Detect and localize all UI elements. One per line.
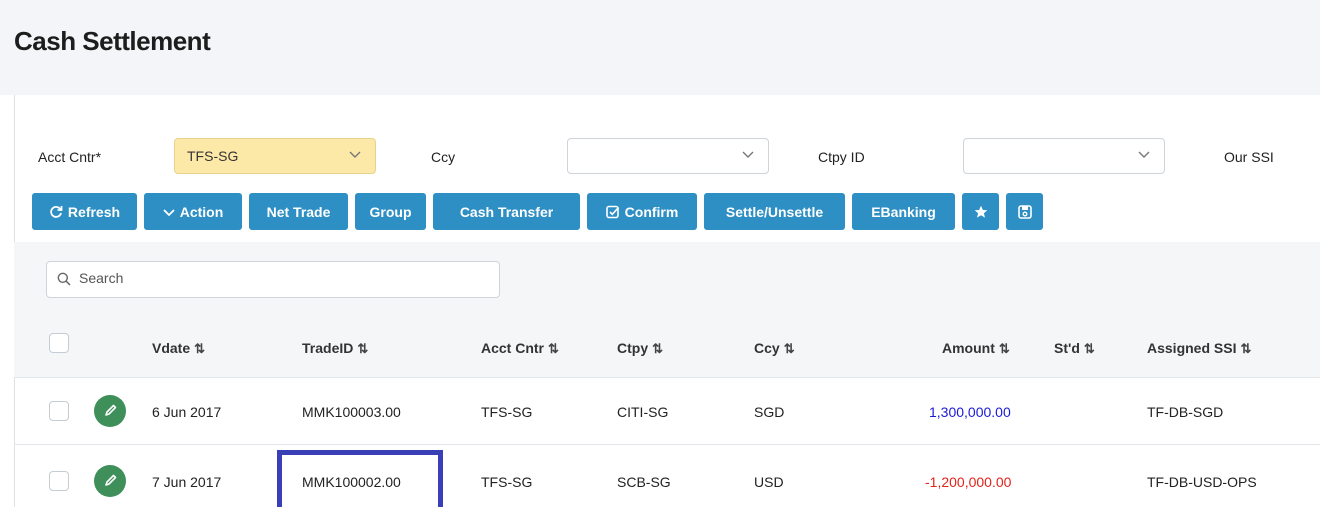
ccy-select[interactable] <box>567 138 769 174</box>
chevron-down-icon <box>1138 151 1150 158</box>
ctpy-header-label: Ctpy <box>617 340 649 356</box>
edit-button[interactable] <box>94 465 126 497</box>
our-ssi-label: Our SSI <box>1224 149 1274 165</box>
search-box[interactable] <box>46 261 500 298</box>
cell-vdate: 7 Jun 2017 <box>152 474 222 490</box>
ctpy-id-label: Ctpy ID <box>818 149 865 165</box>
cell-assigned-ssi: TF-DB-SGD <box>1147 404 1224 420</box>
vdate-header-label: Vdate <box>152 340 191 356</box>
stld-header-label: St'd <box>1054 340 1080 356</box>
cell-trade-id: MMK100003.00 <box>302 404 401 420</box>
cell-assigned-ssi: TF-DB-USD-OPS <box>1147 474 1257 490</box>
action-button[interactable]: Action <box>144 193 242 230</box>
row-checkbox[interactable] <box>49 401 69 421</box>
net-trade-label: Net Trade <box>266 203 331 220</box>
assigned-ssi-header-label: Assigned SSI <box>1147 340 1237 356</box>
confirm-button[interactable]: Confirm <box>587 193 697 230</box>
sort-icon[interactable]: ⇅ <box>652 341 663 356</box>
chevron-down-icon <box>163 208 175 216</box>
column-header-trade-id[interactable]: TradeID ⇅ <box>302 340 368 357</box>
chevron-down-icon <box>349 151 361 158</box>
action-label: Action <box>179 203 224 220</box>
page-header: Cash Settlement <box>0 0 1320 95</box>
sort-icon[interactable]: ⇅ <box>999 341 1010 356</box>
group-label: Group <box>369 203 412 220</box>
column-header-stld[interactable]: St'd ⇅ <box>1054 340 1095 357</box>
acct-cntr-header-label: Acct Cntr <box>481 340 545 356</box>
trade-id-header-label: TradeID <box>302 340 354 356</box>
sort-icon[interactable]: ⇅ <box>548 341 559 356</box>
group-button[interactable]: Group <box>355 193 426 230</box>
amount-header-label: Amount <box>942 340 995 356</box>
sort-icon[interactable]: ⇅ <box>784 341 795 356</box>
ccy-header-label: Ccy <box>754 340 780 356</box>
cell-vdate: 6 Jun 2017 <box>152 404 222 420</box>
sort-icon[interactable]: ⇅ <box>357 341 368 356</box>
refresh-label: Refresh <box>67 203 121 220</box>
column-header-amount[interactable]: Amount ⇅ <box>942 340 1010 357</box>
pencil-icon <box>105 404 117 416</box>
column-header-vdate[interactable]: Vdate ⇅ <box>152 340 205 357</box>
acct-cntr-select[interactable]: TFS-SG <box>174 138 376 174</box>
cell-acct-cntr: TFS-SG <box>481 474 533 490</box>
save-icon <box>1017 204 1032 219</box>
search-input[interactable] <box>77 269 481 287</box>
net-trade-button[interactable]: Net Trade <box>249 193 348 230</box>
acct-cntr-value: TFS-SG <box>187 148 239 164</box>
column-header-ctpy[interactable]: Ctpy ⇅ <box>617 340 663 357</box>
column-header-ccy[interactable]: Ccy ⇅ <box>754 340 795 357</box>
star-icon <box>974 205 987 218</box>
select-all-checkbox[interactable] <box>49 333 69 353</box>
column-header-assigned-ssi[interactable]: Assigned SSI ⇅ <box>1147 340 1251 357</box>
cell-acct-cntr: TFS-SG <box>481 404 533 420</box>
refresh-button[interactable]: Refresh <box>32 193 137 230</box>
chevron-down-icon <box>742 151 754 158</box>
edit-button[interactable] <box>94 395 126 427</box>
cell-ccy: USD <box>754 474 784 490</box>
ctpy-id-select[interactable] <box>963 138 1165 174</box>
save-button[interactable] <box>1006 193 1043 230</box>
cell-amount: -1,200,000.00 <box>925 474 1012 490</box>
pencil-icon <box>105 474 117 486</box>
row-checkbox[interactable] <box>49 471 69 491</box>
acct-cntr-label: Acct Cntr* <box>38 149 102 165</box>
search-icon <box>57 272 71 286</box>
cell-ctpy: SCB-SG <box>617 474 671 490</box>
cash-transfer-button[interactable]: Cash Transfer <box>433 193 580 230</box>
column-header-acct-cntr[interactable]: Acct Cntr ⇅ <box>481 340 559 357</box>
settle-unsettle-button[interactable]: Settle/Unsettle <box>704 193 845 230</box>
confirm-label: Confirm <box>624 203 679 220</box>
ccy-label: Ccy <box>431 149 456 165</box>
selection-highlight <box>277 450 443 507</box>
cash-transfer-label: Cash Transfer <box>459 203 554 220</box>
cell-ccy: SGD <box>754 404 785 420</box>
row-divider <box>14 377 1320 378</box>
ebanking-button[interactable]: EBanking <box>852 193 955 230</box>
cell-amount: 1,300,000.00 <box>929 404 1011 420</box>
refresh-icon <box>50 205 63 218</box>
cell-ctpy: CITI-SG <box>617 404 669 420</box>
check-square-icon <box>605 205 619 218</box>
page-title: Cash Settlement <box>14 26 211 56</box>
sort-icon[interactable]: ⇅ <box>194 341 205 356</box>
sort-icon[interactable]: ⇅ <box>1240 341 1251 356</box>
favorite-button[interactable] <box>962 193 999 230</box>
settle-unsettle-label: Settle/Unsettle <box>725 203 824 220</box>
row-divider <box>14 444 1320 445</box>
ebanking-label: EBanking <box>871 203 936 220</box>
sort-icon[interactable]: ⇅ <box>1084 341 1095 356</box>
